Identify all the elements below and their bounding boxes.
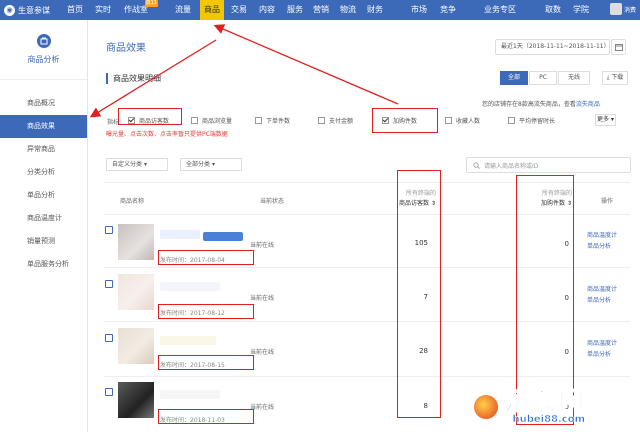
arrow-to-product-tab: [213, 24, 399, 105]
arrow-to-product-effect: [89, 39, 217, 118]
watermark: 楚汉网 hubei88.com: [472, 382, 640, 432]
watermark-title: 楚汉网: [503, 387, 586, 417]
watermark-url: hubei88.com: [512, 414, 586, 425]
watermark-logo-icon: [472, 393, 500, 421]
annotation-arrows: [89, 24, 399, 118]
watermark-text: 楚汉网 hubei88.com: [503, 387, 586, 425]
